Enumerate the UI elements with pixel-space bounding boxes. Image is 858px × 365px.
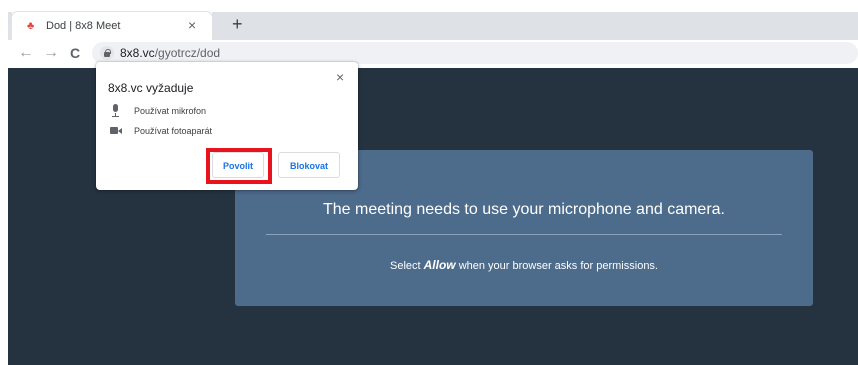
address-bar[interactable]: 8x8.vc/gyotrcz/dod xyxy=(92,42,858,64)
tab-title: Dod | 8x8 Meet xyxy=(46,20,121,32)
popup-close-icon[interactable]: × xyxy=(336,70,344,84)
lock-icon[interactable] xyxy=(100,46,114,60)
permission-popup: 8x8.vc vyžaduje × Používat mikrofon Použ… xyxy=(96,62,358,190)
tab-close-icon[interactable]: × xyxy=(188,17,196,33)
reload-icon[interactable]: C xyxy=(70,44,80,62)
browser-tab[interactable]: ♣ Dod | 8x8 Meet × xyxy=(12,12,212,40)
permission-label: Používat mikrofon xyxy=(134,106,207,116)
sub-suffix: when your browser asks for permissions. xyxy=(455,260,658,272)
url-path: /gyotrcz/dod xyxy=(154,46,221,60)
url-host: 8x8.vc xyxy=(120,46,155,60)
sub-prefix: Select xyxy=(390,260,424,272)
tab-strip: ♣ Dod | 8x8 Meet × + xyxy=(0,0,858,40)
card-headline: The meeting needs to use your microphone… xyxy=(322,201,725,218)
microphone-icon xyxy=(110,104,122,118)
permission-label: Používat fotoaparát xyxy=(134,126,213,136)
url-text[interactable]: 8x8.vc/gyotrcz/dod xyxy=(120,45,220,61)
block-button[interactable]: Blokovat xyxy=(278,152,340,178)
tab-strip-background xyxy=(212,12,858,40)
forward-icon[interactable]: → xyxy=(43,44,59,62)
back-icon[interactable]: ← xyxy=(18,44,34,62)
sub-allow-word: Allow xyxy=(423,258,456,272)
camera-icon xyxy=(110,124,122,138)
popup-title: 8x8.vc vyžaduje xyxy=(108,81,194,95)
favicon-icon: ♣ xyxy=(27,20,35,32)
card-divider xyxy=(266,234,782,235)
card-subtext: Select Allow when your browser asks for … xyxy=(235,257,813,274)
allow-highlight-box xyxy=(206,148,272,184)
new-tab-button[interactable]: + xyxy=(232,14,243,34)
